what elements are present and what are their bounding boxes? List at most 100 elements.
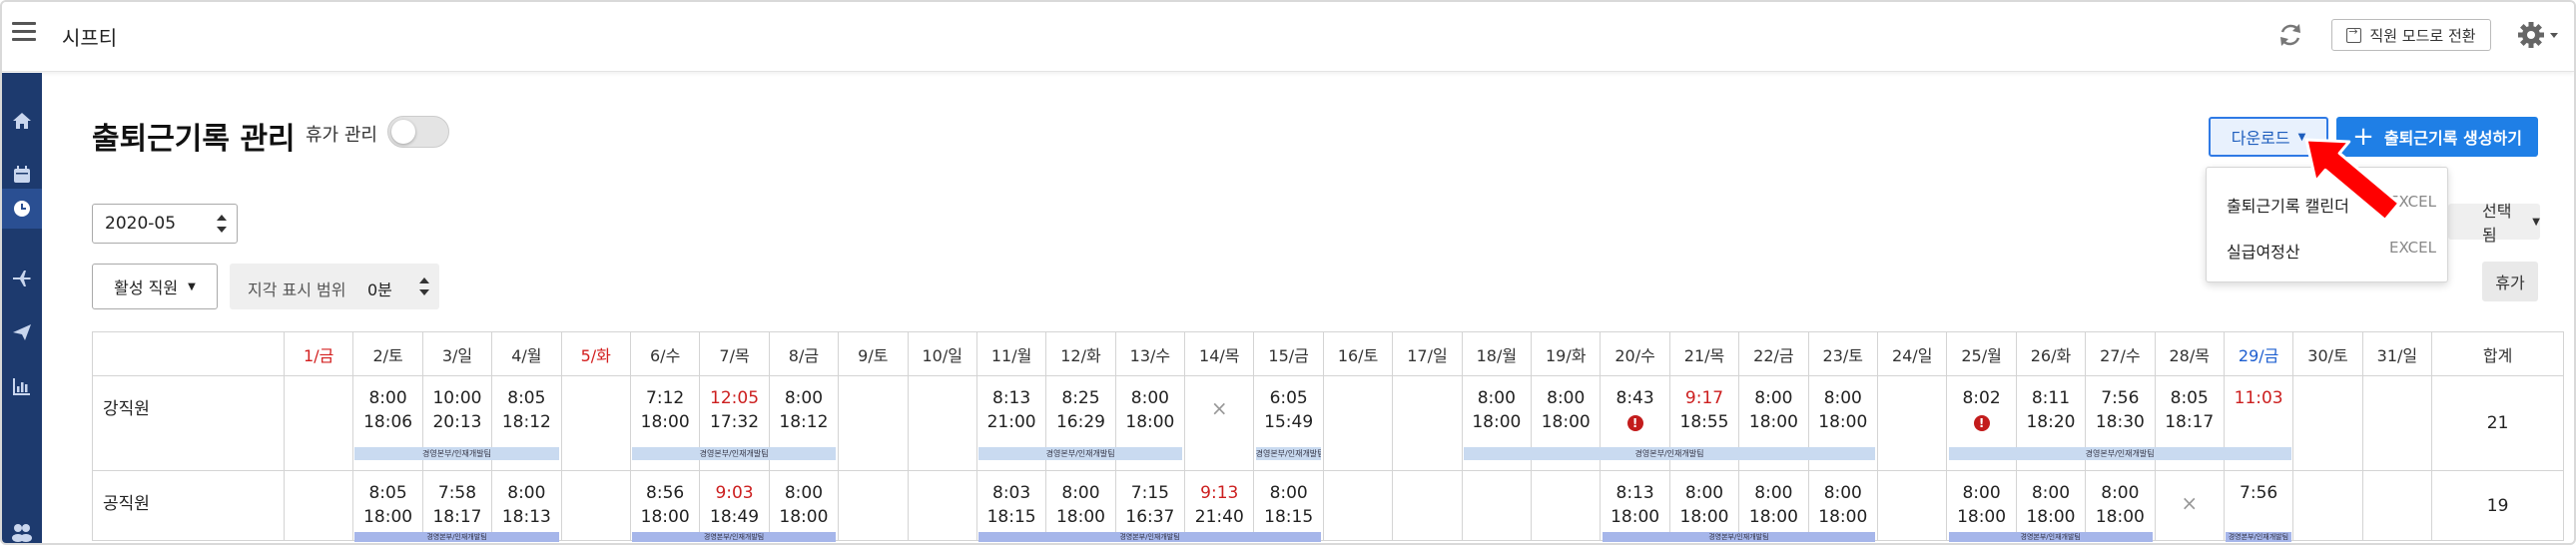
day-cell[interactable]: 8:00 18:13 [491,470,562,541]
department-shift-band[interactable]: 경영본부/인재개발팀 [2226,532,2291,542]
day-header[interactable]: 7/목 [699,331,770,376]
day-cell[interactable] [907,375,977,471]
day-cell[interactable]: 8:00 18:00 [768,470,840,541]
day-cell[interactable] [2361,470,2433,541]
day-header[interactable]: 23/토 [1807,331,1878,376]
month-select[interactable]: 2020-05 [92,204,238,244]
day-header[interactable]: 19/화 [1531,331,1602,376]
hamburger-menu-icon[interactable] [12,22,36,42]
department-shift-band[interactable]: 경영본부/인재개발팀 [1948,532,2153,542]
download-menu-item-payroll[interactable]: 실급여정산 EXCEL [2227,239,2436,263]
day-cell[interactable]: 7:15 16:37 [1114,470,1186,541]
day-header[interactable]: 3/일 [421,331,493,376]
people-icon[interactable] [2,512,42,543]
employee-name[interactable]: 강직원 [92,375,285,471]
day-cell[interactable] [907,470,977,541]
day-header[interactable]: 26/화 [2015,331,2087,376]
day-cell[interactable]: 8:00 18:00 [1738,470,1809,541]
day-header[interactable]: 22/금 [1738,331,1809,376]
refresh-icon[interactable] [2273,18,2307,52]
chart-icon[interactable] [2,366,42,406]
day-cell[interactable] [560,375,631,471]
day-cell[interactable] [2361,375,2433,471]
day-header[interactable]: 9/토 [838,331,909,376]
day-header[interactable]: 18/월 [1461,331,1533,376]
day-header[interactable]: 31/일 [2361,331,2433,376]
home-icon[interactable] [2,101,42,141]
department-shift-band[interactable]: 경영본부/인재개발팀 [1255,447,1321,460]
department-shift-band[interactable]: 경영본부/인재개발팀 [1602,532,1876,542]
day-cell[interactable] [1392,375,1463,471]
department-shift-band[interactable]: 경영본부/인재개발팀 [354,447,559,460]
day-cell[interactable]: 8:00 18:00 [2085,470,2156,541]
send-icon[interactable] [2,312,42,352]
day-header[interactable]: 13/수 [1114,331,1186,376]
airplane-icon[interactable] [2,259,42,298]
day-header[interactable]: 14/목 [1184,331,1255,376]
day-cell[interactable] [1876,470,1948,541]
day-header[interactable]: 6/수 [629,331,701,376]
day-cell[interactable]: 9:03 18:49 [699,470,770,541]
day-cell[interactable] [1322,375,1394,471]
department-shift-band[interactable]: 경영본부/인재개발팀 [632,532,837,542]
department-shift-band[interactable]: 경영본부/인재개발팀 [1948,447,2291,460]
switch-to-employee-mode-button[interactable]: 직원 모드로 전환 [2331,19,2491,51]
department-shift-band[interactable]: 경영본부/인재개발팀 [978,532,1321,542]
clock-icon[interactable] [2,189,42,229]
day-header[interactable]: 12/화 [1045,331,1116,376]
day-header[interactable]: 10/일 [907,331,977,376]
employee-status-filter[interactable]: 활성 직원 ▼ [92,264,218,309]
day-header[interactable]: 16/토 [1322,331,1394,376]
day-header[interactable]: 21/목 [1668,331,1740,376]
day-cell[interactable]: × [2154,470,2225,541]
day-cell[interactable]: 8:00 18:00 [1807,470,1878,541]
day-cell[interactable]: 7:58 18:17 [421,470,493,541]
day-cell[interactable] [283,470,354,541]
department-shift-band[interactable]: 경영본부/인재개발팀 [632,447,837,460]
selected-dropdown[interactable]: 선택됨 ▼ [2448,202,2540,245]
day-header[interactable]: 25/월 [1946,331,2017,376]
day-header[interactable]: 30/토 [2292,331,2363,376]
day-header[interactable]: 2/토 [352,331,423,376]
day-cell[interactable]: 8:56 18:00 [629,470,701,541]
day-header[interactable]: 5/화 [560,331,631,376]
day-header[interactable]: 28/목 [2154,331,2225,376]
day-cell[interactable]: 7:56 [2223,470,2294,541]
day-cell[interactable]: 8:00 18:00 [1045,470,1116,541]
late-display-range[interactable]: 지각 표시 범위 0분 [230,264,439,309]
day-header[interactable]: 24/일 [1876,331,1948,376]
day-cell[interactable] [838,375,909,471]
department-shift-band[interactable]: 경영본부/인재개발팀 [978,447,1183,460]
day-header[interactable]: 1/금 [283,331,354,376]
day-cell[interactable]: 8:13 18:00 [1600,470,1670,541]
day-cell[interactable] [283,375,354,471]
day-cell[interactable]: × [1184,375,1255,471]
day-cell[interactable] [560,470,631,541]
day-header[interactable]: 20/수 [1600,331,1670,376]
day-header[interactable]: 27/수 [2085,331,2156,376]
day-cell[interactable]: 8:03 18:15 [975,470,1047,541]
day-cell[interactable]: 8:00 18:15 [1253,470,1324,541]
department-shift-band[interactable]: 경영본부/인재개발팀 [1463,447,1876,460]
day-cell[interactable] [2292,470,2363,541]
day-header[interactable]: 17/일 [1392,331,1463,376]
department-shift-band[interactable]: 경영본부/인재개발팀 [354,532,559,542]
day-cell[interactable] [2292,375,2363,471]
day-cell[interactable]: 8:05 18:00 [352,470,423,541]
vacation-button[interactable]: 휴가 [2482,262,2538,301]
leave-management-toggle[interactable] [387,116,449,148]
day-cell[interactable]: 9:13 21:40 [1184,470,1255,541]
day-cell[interactable]: 8:00 18:00 [2015,470,2087,541]
gear-icon[interactable] [2516,18,2562,52]
day-cell[interactable]: 8:00 18:00 [1946,470,2017,541]
day-header[interactable]: 15/금 [1253,331,1324,376]
day-cell[interactable]: 8:00 18:00 [1668,470,1740,541]
day-cell[interactable] [1392,470,1463,541]
day-header[interactable]: 29/금 [2223,331,2294,376]
day-header[interactable]: 11/월 [975,331,1047,376]
day-cell[interactable] [1461,470,1533,541]
day-cell[interactable] [838,470,909,541]
day-header[interactable]: 4/월 [491,331,562,376]
day-cell[interactable] [1876,375,1948,471]
day-header[interactable]: 8/금 [768,331,840,376]
